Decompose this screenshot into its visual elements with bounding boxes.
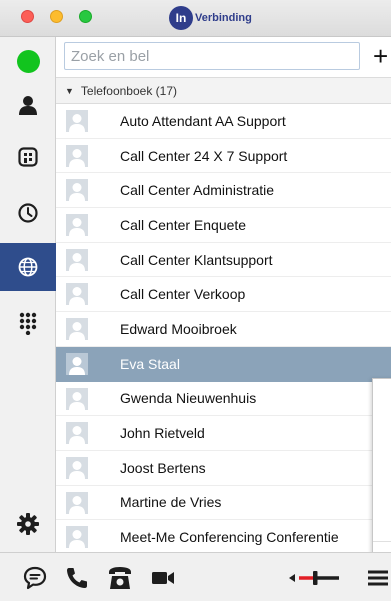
contact-name: Martine de Vries xyxy=(120,494,222,511)
contact-row-selected[interactable]: Eva Staal xyxy=(56,346,391,382)
person-icon xyxy=(69,287,85,306)
person-icon xyxy=(69,114,85,132)
logo-badge: In xyxy=(169,6,193,30)
bottom-toolbar xyxy=(0,552,391,601)
gear-icon xyxy=(17,513,39,535)
avatar xyxy=(66,214,88,237)
person-icon xyxy=(69,322,85,341)
contact-name: Joost Bertens xyxy=(120,459,206,476)
contact-name: Call Center Enquete xyxy=(120,216,247,233)
contact-name: Call Center Verkoop xyxy=(120,286,246,303)
sidebar-item-dialpad[interactable] xyxy=(0,299,56,347)
sidebar-item-directory[interactable] xyxy=(0,133,56,181)
phonebook-group-header[interactable]: ▼ Telefoonboek (17) xyxy=(56,77,391,104)
contact-row[interactable]: Joost Bertens xyxy=(56,450,391,486)
zoom-window-button[interactable] xyxy=(79,10,92,23)
person-icon xyxy=(69,218,85,237)
person-icon xyxy=(69,460,85,479)
person-icon xyxy=(69,183,85,202)
person-icon xyxy=(69,148,85,167)
avatar xyxy=(66,491,88,514)
close-window-button[interactable] xyxy=(21,10,34,23)
contact-row[interactable]: John Rietveld xyxy=(56,416,391,451)
person-icon xyxy=(19,96,37,115)
avatar xyxy=(66,318,88,341)
app-logo: In Verbinding xyxy=(169,6,252,30)
sidebar-item-globe[interactable] xyxy=(0,243,56,291)
contact-name: Eva Staal xyxy=(120,355,180,372)
avatar xyxy=(66,526,88,549)
presence-status-icon xyxy=(16,49,40,73)
avatar xyxy=(66,283,88,306)
building-icon xyxy=(18,147,38,167)
clock-icon xyxy=(18,203,38,223)
contact-row[interactable]: Call Center Klantsupport xyxy=(56,242,391,278)
search-input[interactable] xyxy=(64,42,360,70)
presence-status-button[interactable] xyxy=(0,37,56,85)
menu-divider xyxy=(373,541,391,542)
search-bar: + xyxy=(56,37,391,77)
person-icon xyxy=(69,391,85,410)
person-icon xyxy=(69,495,85,514)
person-icon xyxy=(69,252,85,271)
contact-name: Auto Attendant AA Support xyxy=(120,112,286,129)
dialpad-icon xyxy=(19,312,37,335)
contact-name: Call Center Klantsupport xyxy=(120,251,273,268)
sidebar xyxy=(0,37,56,552)
avatar xyxy=(66,144,88,167)
avatar xyxy=(66,179,88,202)
contact-row[interactable]: Auto Attendant AA Support xyxy=(56,104,391,139)
contact-row[interactable]: Edward Mooibroek xyxy=(56,312,391,347)
sidebar-item-contacts[interactable] xyxy=(0,81,56,129)
phonebook-group-label: Telefoonboek (17) xyxy=(80,83,177,98)
collapse-arrow-icon[interactable]: ▼ xyxy=(65,86,74,96)
avatar xyxy=(66,352,88,375)
avatar xyxy=(66,422,88,445)
avatar xyxy=(66,110,88,132)
avatar xyxy=(66,248,88,271)
logo-text: Verbinding xyxy=(195,12,252,24)
menu-icon[interactable] xyxy=(366,565,388,591)
contact-name: Call Center Administratie xyxy=(120,182,275,199)
person-icon xyxy=(69,356,85,375)
globe-icon xyxy=(18,257,38,277)
minimize-window-button[interactable] xyxy=(50,10,63,23)
person-icon xyxy=(69,530,85,549)
sidebar-item-history[interactable] xyxy=(0,189,56,237)
contact-row[interactable]: Meet-Me Conferencing Conferentie xyxy=(56,520,391,555)
volume-icon[interactable] xyxy=(287,565,347,591)
video-camera-icon[interactable] xyxy=(150,565,176,591)
contact-name: Call Center 24 X 7 Support xyxy=(120,147,288,164)
chat-icon[interactable] xyxy=(22,565,48,591)
contact-row[interactable]: Call Center Enquete xyxy=(56,208,391,243)
contact-name: Meet-Me Conferencing Conferentie xyxy=(120,529,339,546)
avatar xyxy=(66,456,88,479)
settings-button[interactable] xyxy=(0,500,56,548)
phone-icon[interactable] xyxy=(64,565,90,591)
title-bar: In Verbinding xyxy=(0,0,391,37)
contact-list: Auto Attendant AA Support Call Center 24… xyxy=(56,104,391,555)
avatar xyxy=(66,387,88,410)
contact-row[interactable]: Call Center Administratie xyxy=(56,173,391,209)
add-contact-button[interactable]: + xyxy=(373,41,391,71)
desk-phone-icon[interactable] xyxy=(107,565,133,591)
contact-row[interactable]: Martine de Vries xyxy=(56,485,391,521)
contact-row[interactable]: Call Center 24 X 7 Support xyxy=(56,138,391,174)
contact-name: Edward Mooibroek xyxy=(120,320,237,337)
contact-name: John Rietveld xyxy=(120,425,205,442)
contact-row[interactable]: Call Center Verkoop xyxy=(56,277,391,313)
contact-name: Gwenda Nieuwenhuis xyxy=(120,390,257,407)
person-icon xyxy=(69,426,85,445)
contact-row[interactable]: Gwenda Nieuwenhuis xyxy=(56,381,391,417)
